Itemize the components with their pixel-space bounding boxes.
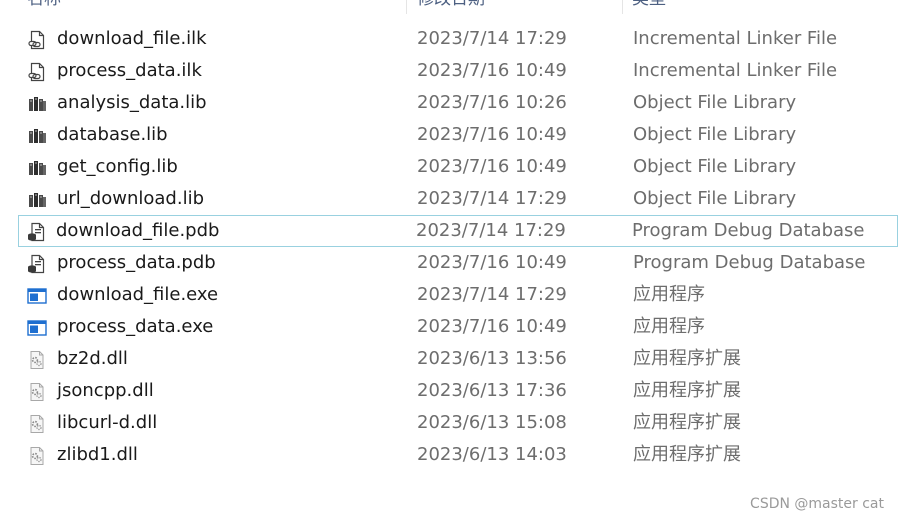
file-type: 应用程序扩展 bbox=[633, 380, 741, 401]
library-icon bbox=[27, 158, 47, 178]
file-list: download_file.ilk 2023/7/14 17:29 Incremen… bbox=[0, 23, 898, 471]
file-row[interactable]: database.lib 2023/7/16 10:49 Object File L… bbox=[0, 119, 898, 151]
file-name[interactable]: url_download.lib bbox=[57, 184, 204, 214]
file-name[interactable]: download_file.exe bbox=[57, 280, 218, 310]
ilk-file-icon bbox=[27, 62, 47, 82]
file-name[interactable]: jsoncpp.dll bbox=[57, 376, 154, 406]
file-row[interactable]: process_data.ilk 2023/7/16 10:49 Increment… bbox=[0, 55, 898, 87]
file-type: 应用程序扩展 bbox=[633, 348, 741, 369]
pdb-file-icon bbox=[27, 254, 47, 274]
file-date-modified: 2023/7/16 10:49 bbox=[417, 124, 567, 145]
file-name[interactable]: process_data.pdb bbox=[57, 248, 216, 278]
library-icon bbox=[27, 190, 47, 210]
file-row[interactable]: process_data.pdb 2023/7/16 10:49 Program D… bbox=[0, 247, 898, 279]
file-row[interactable]: analysis_data.lib 2023/7/16 10:26 Object F… bbox=[0, 87, 898, 119]
exe-file-icon bbox=[27, 286, 47, 306]
file-name[interactable]: get_config.lib bbox=[57, 152, 178, 182]
file-explorer-view: 名称 修改日期 类型 download_file.ilk 2023/7/14 17… bbox=[0, 0, 898, 521]
column-header-bar: 名称 修改日期 类型 bbox=[0, 0, 898, 14]
file-type: 应用程序 bbox=[633, 284, 705, 305]
library-icon bbox=[27, 94, 47, 114]
file-name[interactable]: bz2d.dll bbox=[57, 344, 128, 374]
file-name[interactable]: download_file.pdb bbox=[56, 216, 219, 246]
file-date-modified: 2023/6/13 13:56 bbox=[417, 348, 567, 369]
file-date-modified: 2023/6/13 17:36 bbox=[417, 380, 567, 401]
column-divider[interactable] bbox=[622, 0, 623, 14]
ilk-file-icon bbox=[27, 30, 47, 50]
file-row[interactable]: zlibd1.dll 2023/6/13 14:03 应用程序扩展 bbox=[0, 439, 898, 471]
file-date-modified: 2023/7/14 17:29 bbox=[416, 220, 566, 241]
file-type: Incremental Linker File bbox=[633, 60, 838, 81]
file-row[interactable]: process_data.exe 2023/7/16 10:49 应用程序 bbox=[0, 311, 898, 343]
file-type: 应用程序扩展 bbox=[633, 444, 741, 465]
dll-file-icon bbox=[27, 382, 47, 402]
file-type: Object File Library bbox=[633, 92, 797, 113]
file-date-modified: 2023/7/16 10:49 bbox=[417, 60, 567, 81]
file-type: Object File Library bbox=[633, 124, 797, 145]
watermark-text: CSDN @master cat bbox=[750, 496, 884, 512]
file-date-modified: 2023/7/16 10:26 bbox=[417, 92, 567, 113]
column-divider[interactable] bbox=[406, 0, 407, 14]
column-header-type[interactable]: 类型 bbox=[632, 0, 666, 14]
file-date-modified: 2023/7/16 10:49 bbox=[417, 316, 567, 337]
file-type: 应用程序 bbox=[633, 316, 705, 337]
file-row[interactable]: bz2d.dll 2023/6/13 13:56 应用程序扩展 bbox=[0, 343, 898, 375]
file-name[interactable]: process_data.ilk bbox=[57, 56, 202, 86]
file-type: 应用程序扩展 bbox=[633, 412, 741, 433]
file-row[interactable]: get_config.lib 2023/7/16 10:49 Object File… bbox=[0, 151, 898, 183]
file-row[interactable]: url_download.lib 2023/7/14 17:29 Object Fi… bbox=[0, 183, 898, 215]
file-type: Object File Library bbox=[633, 156, 797, 177]
pdb-file-icon bbox=[27, 222, 47, 242]
file-name[interactable]: database.lib bbox=[57, 120, 168, 150]
file-type: Program Debug Database bbox=[633, 252, 866, 273]
file-type: Incremental Linker File bbox=[633, 28, 838, 49]
file-row[interactable]: download_file.exe 2023/7/14 17:29 应用程序 bbox=[0, 279, 898, 311]
file-row[interactable]: download_file.ilk 2023/7/14 17:29 Incremen… bbox=[0, 23, 898, 55]
file-date-modified: 2023/7/14 17:29 bbox=[417, 188, 567, 209]
file-name[interactable]: process_data.exe bbox=[57, 312, 213, 342]
file-row[interactable]: download_file.pdb 2023/7/14 17:29 Program … bbox=[18, 215, 898, 247]
file-name[interactable]: libcurl-d.dll bbox=[57, 408, 157, 438]
file-date-modified: 2023/6/13 15:08 bbox=[417, 412, 567, 433]
column-header-date-modified[interactable]: 修改日期 bbox=[417, 0, 485, 14]
file-name[interactable]: analysis_data.lib bbox=[57, 88, 207, 118]
file-type: Program Debug Database bbox=[632, 220, 865, 241]
file-date-modified: 2023/7/14 17:29 bbox=[417, 284, 567, 305]
file-date-modified: 2023/7/16 10:49 bbox=[417, 156, 567, 177]
file-type: Object File Library bbox=[633, 188, 797, 209]
dll-file-icon bbox=[27, 446, 47, 466]
column-header-name[interactable]: 名称 bbox=[27, 0, 61, 14]
file-date-modified: 2023/7/14 17:29 bbox=[417, 28, 567, 49]
file-name[interactable]: zlibd1.dll bbox=[57, 440, 138, 470]
file-row[interactable]: libcurl-d.dll 2023/6/13 15:08 应用程序扩展 bbox=[0, 407, 898, 439]
file-name[interactable]: download_file.ilk bbox=[57, 24, 207, 54]
library-icon bbox=[27, 126, 47, 146]
file-date-modified: 2023/6/13 14:03 bbox=[417, 444, 567, 465]
dll-file-icon bbox=[27, 414, 47, 434]
file-date-modified: 2023/7/16 10:49 bbox=[417, 252, 567, 273]
exe-file-icon bbox=[27, 318, 47, 338]
dll-file-icon bbox=[27, 350, 47, 370]
file-row[interactable]: jsoncpp.dll 2023/6/13 17:36 应用程序扩展 bbox=[0, 375, 898, 407]
